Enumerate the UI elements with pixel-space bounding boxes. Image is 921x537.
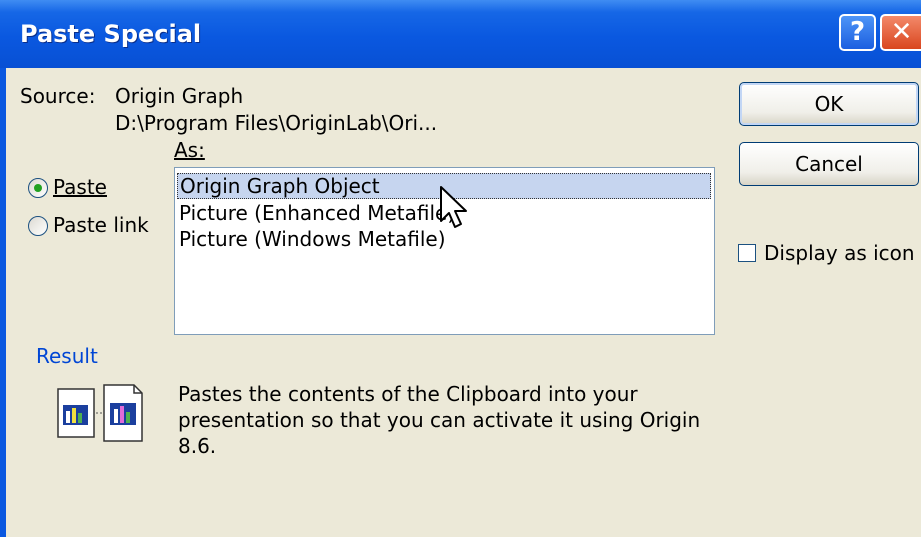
cancel-button[interactable]: Cancel bbox=[739, 142, 919, 186]
display-as-icon-checkbox[interactable] bbox=[738, 244, 756, 262]
ok-button[interactable]: OK bbox=[739, 82, 919, 126]
mouse-cursor-icon bbox=[440, 186, 467, 228]
paste-radio-label-text: Paste bbox=[53, 175, 107, 199]
dialog-title: Paste Special bbox=[20, 20, 202, 48]
paste-result-icon bbox=[57, 384, 143, 442]
as-label: As: bbox=[174, 138, 205, 162]
radio-selected-dot bbox=[34, 184, 42, 192]
source-path: D:\Program Files\OriginLab\Ori... bbox=[115, 111, 438, 135]
source-name: Origin Graph bbox=[115, 84, 244, 108]
paste-radio-label[interactable]: Paste bbox=[53, 175, 107, 199]
title-bar[interactable]: Paste Special ? ✕ bbox=[0, 0, 921, 68]
list-item[interactable]: Picture (Windows Metafile) bbox=[179, 226, 446, 252]
paste-link-radio[interactable] bbox=[28, 216, 48, 236]
paste-link-radio-label[interactable]: Paste link bbox=[53, 213, 149, 237]
display-as-icon-label-text: Display as icon bbox=[764, 241, 915, 265]
paste-link-radio-label-text: Paste link bbox=[53, 213, 149, 237]
close-icon: ✕ bbox=[890, 17, 913, 47]
list-item[interactable]: Picture (Enhanced Metafile) bbox=[179, 200, 455, 226]
close-button[interactable]: ✕ bbox=[880, 14, 921, 51]
dialog-body: Source: Origin Graph D:\Program Files\Or… bbox=[6, 68, 921, 537]
help-icon: ? bbox=[849, 17, 866, 47]
help-button[interactable]: ? bbox=[839, 14, 876, 51]
paste-radio[interactable] bbox=[28, 178, 48, 198]
paste-special-dialog: Paste Special ? ✕ Source: Origin Graph D… bbox=[0, 0, 921, 537]
as-label-text: As: bbox=[174, 138, 205, 162]
result-label: Result bbox=[36, 344, 98, 368]
display-as-icon-label[interactable]: Display as icon bbox=[764, 241, 915, 265]
source-label: Source: bbox=[20, 84, 96, 108]
result-description: Pastes the contents of the Clipboard int… bbox=[178, 382, 701, 458]
